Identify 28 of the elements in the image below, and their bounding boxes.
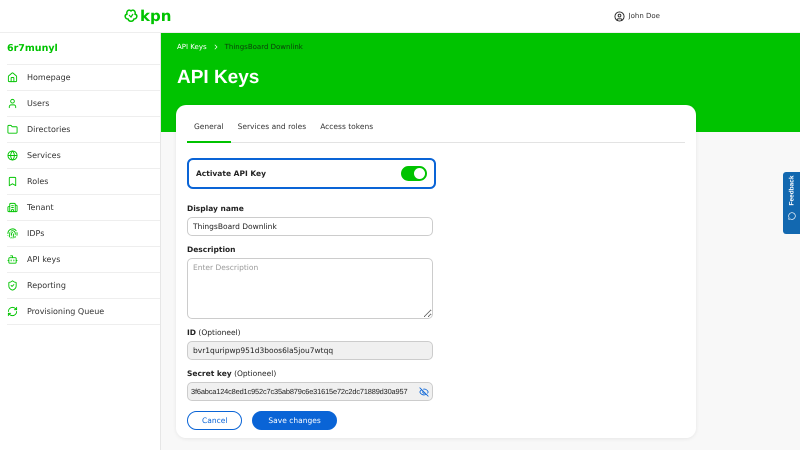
sidebar-item[interactable]: IDPs xyxy=(7,221,160,247)
sidebar-item[interactable]: Roles xyxy=(7,169,160,195)
user-icon xyxy=(614,10,625,22)
logo-icon xyxy=(124,9,138,23)
globe-icon xyxy=(7,150,18,161)
toggle-switch[interactable] xyxy=(401,166,427,181)
tenant-name: 6r7munyl xyxy=(7,33,160,65)
sidebar-item[interactable]: Services xyxy=(7,143,160,169)
bookmark-icon xyxy=(7,176,18,187)
refresh-icon xyxy=(7,306,18,317)
logo-text: kpn xyxy=(140,7,172,25)
building-icon xyxy=(7,202,18,213)
page-title: API Keys xyxy=(177,67,260,89)
shield-check-icon xyxy=(7,280,18,291)
chat-bubble-icon xyxy=(788,212,796,220)
sidebar-item[interactable]: Provisioning Queue xyxy=(7,299,160,325)
robot-icon xyxy=(7,254,18,265)
sidebar-item[interactable]: Homepage xyxy=(7,65,160,91)
user-icon xyxy=(7,98,18,109)
sidebar-item[interactable]: Directories xyxy=(7,117,160,143)
sidebar-item[interactable]: Reporting xyxy=(7,273,160,299)
home-icon xyxy=(7,72,18,83)
fingerprint-icon xyxy=(7,228,18,239)
folder-icon xyxy=(7,124,18,135)
sidebar-item[interactable]: API keys xyxy=(7,247,160,273)
eye-off-icon[interactable] xyxy=(419,386,429,396)
sidebar-item[interactable]: Tenant xyxy=(7,195,160,221)
sidebar-item[interactable]: Users xyxy=(7,91,160,117)
